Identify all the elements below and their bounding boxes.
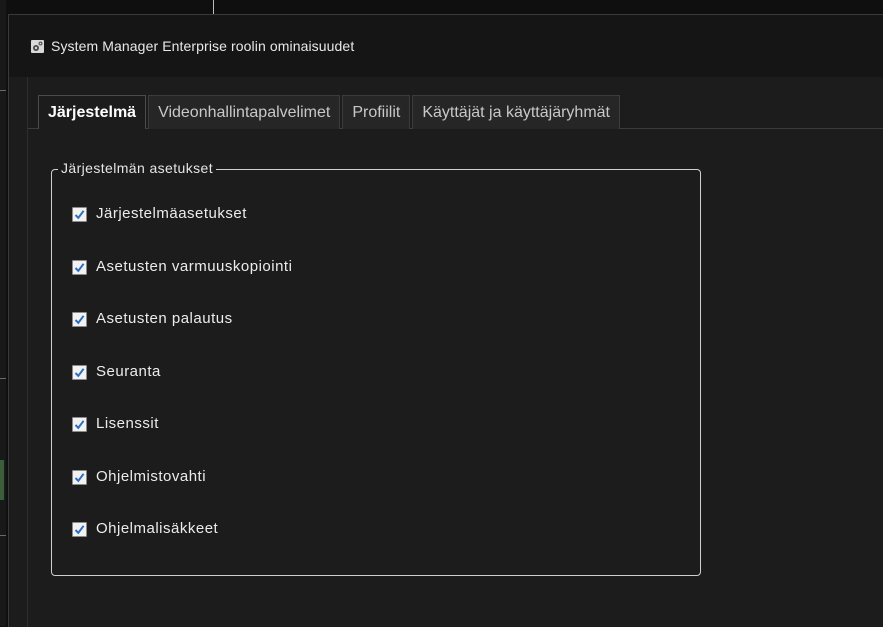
checkbox-ohjelmalisakkeet[interactable]: Ohjelmalisäkkeet: [72, 520, 292, 573]
tab-bar: Järjestelmä Videonhallintapalvelimet Pro…: [38, 95, 622, 129]
checkbox-label: Seuranta: [96, 362, 161, 380]
checkmark-icon: [74, 367, 85, 377]
checkbox-label: Ohjelmistovahti: [96, 467, 207, 485]
checkmark-icon: [74, 210, 85, 220]
checkbox-ohjelmistovahti[interactable]: Ohjelmistovahti: [72, 468, 292, 521]
checkbox-label: Ohjelmalisäkkeet: [96, 520, 219, 537]
role-settings-icon: [31, 39, 44, 53]
dialog-content: Järjestelmä Videonhallintapalvelimet Pro…: [27, 77, 883, 627]
checkbox[interactable]: [72, 522, 87, 537]
checkbox[interactable]: [72, 259, 87, 275]
background-accent: [0, 460, 4, 500]
tab-kayttajat[interactable]: Käyttäjät ja käyttäjäryhmät: [412, 95, 620, 129]
tab-videonhallintapalvelimet[interactable]: Videonhallintapalvelimet: [148, 95, 341, 129]
checkmark-icon: [74, 472, 85, 482]
checkbox-label: Asetusten varmuuskopiointi: [96, 257, 293, 275]
checkbox-seuranta[interactable]: Seuranta: [72, 363, 292, 416]
checkbox-label: Lisenssit: [96, 415, 159, 432]
checkbox-jarjestelmaasetukset[interactable]: Järjestelmäasetukset: [72, 205, 292, 258]
background-divider: [0, 535, 6, 536]
checkmark-icon: [74, 315, 85, 325]
checkbox-label: Asetusten palautus: [96, 310, 233, 327]
checkmark-icon: [74, 262, 85, 272]
checkbox[interactable]: [72, 207, 87, 222]
dialog-titlebar[interactable]: System Manager Enterprise roolin ominais…: [9, 15, 883, 77]
checkbox-asetusten-palautus[interactable]: Asetusten palautus: [72, 310, 292, 363]
system-settings-group: Järjestelmän asetukset Järjestelmäasetuk…: [51, 160, 701, 576]
checkbox-asetusten-varmuuskopiointi[interactable]: Asetusten varmuuskopiointi: [72, 258, 292, 311]
checkbox[interactable]: [72, 417, 87, 432]
tab-jarjestelma[interactable]: Järjestelmä: [38, 95, 147, 129]
group-legend: Järjestelmän asetukset: [58, 160, 216, 176]
background-strip: [0, 0, 6, 626]
checkbox[interactable]: [72, 469, 87, 485]
role-properties-dialog: System Manager Enterprise roolin ominais…: [8, 14, 883, 627]
checkbox-label: Järjestelmäasetukset: [96, 205, 247, 222]
permissions-list: Järjestelmäasetukset Asetusten varmuusko…: [72, 205, 292, 573]
background-divider: [213, 0, 214, 14]
checkbox[interactable]: [72, 312, 87, 327]
tab-profiilit[interactable]: Profiilit: [342, 95, 411, 129]
checkmark-icon: [74, 525, 85, 535]
dialog-title: System Manager Enterprise roolin ominais…: [51, 38, 355, 54]
checkmark-icon: [74, 420, 85, 430]
background-divider: [0, 378, 6, 379]
checkbox-lisenssit[interactable]: Lisenssit: [72, 415, 292, 468]
background-divider: [0, 90, 6, 91]
checkbox[interactable]: [72, 364, 87, 380]
